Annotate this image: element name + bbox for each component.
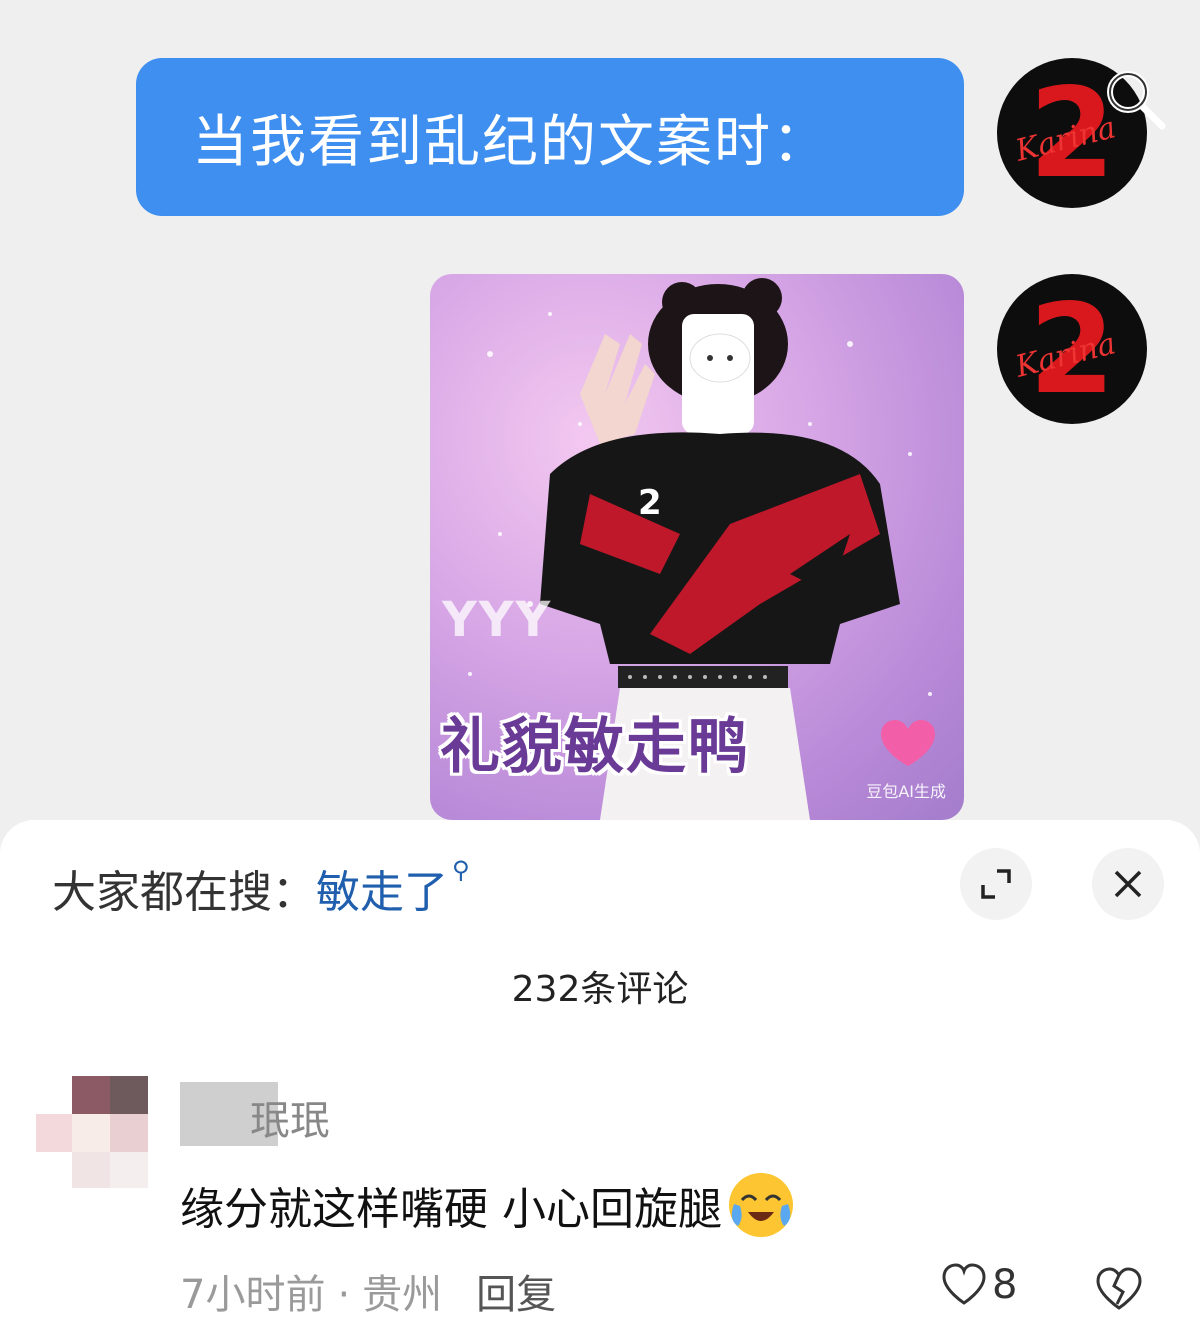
sticker-caption: 礼貌敏走鸭: [440, 712, 750, 782]
reply-button[interactable]: 回复: [476, 1272, 556, 1318]
expand-icon: [981, 869, 1011, 899]
sender-avatar-2[interactable]: 2 Karina: [997, 274, 1147, 424]
comment-time: 7小时前: [180, 1272, 326, 1318]
comment-meta: 7小时前 · 贵州 回复: [180, 1272, 557, 1318]
heart-icon: [942, 1263, 986, 1305]
commenter-avatar[interactable]: [36, 1076, 148, 1188]
trending-prefix: 大家都在搜：: [52, 867, 316, 918]
svg-text:2: 2: [638, 483, 662, 523]
comment-count: 232条评论: [511, 969, 689, 1010]
search-icon[interactable]: [1100, 64, 1170, 134]
sticker-watermark: YYY: [442, 592, 553, 648]
broken-heart-icon[interactable]: [1094, 1266, 1144, 1312]
chat-area: 当我看到乱纪的文案时： 2 Karina 2 Karina 2 YYY 礼貌敏走…: [0, 0, 1200, 840]
close-button[interactable]: [1092, 848, 1164, 920]
expand-button[interactable]: [960, 848, 1032, 920]
commenter-name[interactable]: 珉珉: [250, 1088, 330, 1146]
message-bubble[interactable]: 当我看到乱纪的文案时：: [136, 58, 964, 216]
search-icon: ⚲: [452, 856, 470, 884]
like-count: 8: [992, 1262, 1018, 1308]
ai-generated-label: 豆包AI生成: [866, 782, 946, 801]
trending-search[interactable]: 大家都在搜：敏走了 ⚲: [52, 856, 470, 920]
like-button[interactable]: 8: [940, 1262, 1017, 1308]
sticker-image[interactable]: 2 YYY 礼貌敏走鸭 豆包AI生成: [430, 274, 964, 820]
message-text: 当我看到乱纪的文案时：: [192, 109, 830, 175]
crying-laughing-emoji: [729, 1173, 793, 1237]
close-icon: [1114, 870, 1142, 898]
comment-location: 贵州: [362, 1272, 443, 1318]
comment-sheet: 大家都在搜：敏走了 ⚲ 232条评论 珉珉 缘分就这样嘴硬 小心回旋腿 7小时前…: [0, 820, 1200, 1338]
comment-text: 缘分就这样嘴硬 小心回旋腿: [180, 1184, 722, 1235]
comment-body: 缘分就这样嘴硬 小心回旋腿: [180, 1170, 796, 1240]
trending-keyword[interactable]: 敏走了: [316, 867, 448, 918]
